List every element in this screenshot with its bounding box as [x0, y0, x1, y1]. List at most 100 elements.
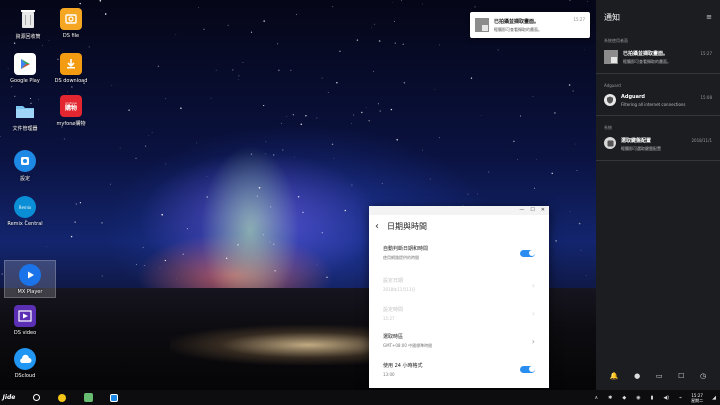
- start-button[interactable]: Jide: [0, 390, 18, 405]
- star: [473, 37, 475, 39]
- star: [206, 176, 208, 177]
- star: [373, 23, 375, 25]
- desktop-icon-label: 文件管理器: [12, 126, 38, 132]
- desktop-icon-mx-player[interactable]: MX Player: [4, 260, 56, 298]
- panel-title: 通知: [604, 12, 620, 22]
- clock-icon[interactable]: ◷: [700, 372, 706, 380]
- star: [585, 274, 587, 276]
- notification-subtitle: 輕觸即可選取鍵盤配置: [621, 146, 661, 151]
- taskbar-app-circle[interactable]: [26, 390, 46, 405]
- star: [109, 183, 111, 185]
- back-arrow-icon[interactable]: ‹: [375, 221, 379, 232]
- setting-subtitle: 使用網路提供的時間: [383, 255, 419, 260]
- taskbar-app-coin[interactable]: [52, 390, 72, 405]
- star: [151, 132, 153, 134]
- notification-corner-icon[interactable]: ◢: [712, 395, 716, 401]
- notification-item-keyboard[interactable]: 選取鍵盤配置 輕觸即可選取鍵盤配置 2018/11/1: [596, 131, 720, 161]
- star: [353, 114, 355, 116]
- desktop-icon-file-manager[interactable]: 文件管理器: [0, 100, 50, 132]
- star: [580, 249, 582, 251]
- tray-expand-icon[interactable]: ∧: [594, 395, 598, 401]
- keyboard-icon: [604, 137, 616, 149]
- window-icon[interactable]: ☐: [678, 372, 684, 380]
- bell-icon[interactable]: 🔔: [610, 372, 619, 380]
- star: [242, 62, 244, 63]
- star: [290, 69, 292, 71]
- desktop-icon-ds-download[interactable]: DS download: [46, 53, 96, 84]
- setting-row-set-time: 設定時間 15:27 ›: [369, 300, 549, 326]
- setting-row-auto-time[interactable]: 自動判斷日期和時間 使用網路提供的時間: [369, 240, 549, 266]
- desktop-icon-ds-video[interactable]: DS video: [0, 305, 50, 336]
- network-icon[interactable]: ⌁: [679, 395, 682, 401]
- star: [293, 156, 295, 158]
- star: [467, 193, 469, 195]
- 24-hour-toggle[interactable]: [520, 365, 535, 373]
- location-icon[interactable]: ●: [634, 372, 640, 380]
- notification-item-screenshot[interactable]: 已拍攝並擷取畫面。 輕觸即可查看擷取的畫面。 15:27: [596, 44, 720, 74]
- desktop-icon-label: 設定: [19, 176, 30, 182]
- star: [401, 0, 402, 2]
- setting-row-24-hour[interactable]: 使用 24 小時格式 13:00: [369, 356, 549, 382]
- desktop-icon-settings[interactable]: 設定: [0, 150, 50, 182]
- section-label: 系統使用者面: [604, 38, 628, 43]
- jide-logo-icon: Jide: [2, 394, 16, 401]
- taskbar-app-adguard[interactable]: [78, 390, 98, 405]
- volume-icon[interactable]: ◀): [663, 395, 669, 401]
- close-button[interactable]: ✕: [541, 206, 545, 215]
- auto-time-toggle[interactable]: [520, 249, 535, 257]
- tray-status-icon[interactable]: ◉: [636, 395, 640, 401]
- notification-title: 已拍攝並擷取畫面。: [623, 51, 669, 57]
- star: [422, 3, 424, 5]
- notification-time: 15:27: [700, 51, 712, 56]
- toast-subtitle: 輕觸即可查看擷取的畫面。: [494, 26, 542, 32]
- bluetooth-icon[interactable]: ✱: [608, 395, 612, 401]
- setting-row-time-zone[interactable]: 選取時區 GMT+08:00 中國標準時間 ›: [369, 328, 549, 354]
- star: [371, 27, 373, 29]
- section-label: 系統: [604, 125, 612, 130]
- screenshot-toast[interactable]: 已拍攝並擷取畫面。 輕觸即可查看擷取的畫面。 15:27: [470, 12, 590, 38]
- desktop-icon-google-play[interactable]: Google Play: [0, 53, 50, 84]
- star: [237, 244, 239, 246]
- star: [206, 196, 208, 198]
- clock-day: 星期二: [691, 397, 704, 403]
- star: [316, 263, 318, 265]
- star: [569, 211, 571, 213]
- star: [128, 109, 130, 111]
- battery-icon[interactable]: ▮: [651, 395, 654, 401]
- minimize-button[interactable]: —: [519, 206, 524, 215]
- star: [587, 1, 588, 2]
- star: [422, 149, 424, 151]
- chevron-right-icon: ›: [531, 308, 535, 318]
- setting-title: 設定日期: [383, 278, 404, 284]
- desktop-icon-ds-file[interactable]: DS file: [46, 8, 96, 39]
- circle-app-icon: [32, 394, 40, 401]
- myfone-icon: myfone 購物: [60, 95, 82, 117]
- desktop-icon-myfone[interactable]: myfone 購物 myfone購物: [46, 95, 96, 127]
- desktop-icon-label: Remix Central: [7, 221, 43, 227]
- section-label: Adguard: [604, 83, 621, 88]
- maximize-button[interactable]: ☐: [530, 206, 534, 215]
- taskbar-app-settings[interactable]: [104, 390, 124, 405]
- mx-player-icon: [19, 264, 41, 286]
- screenshot-icon: [475, 18, 489, 32]
- star: [316, 117, 318, 119]
- star: [297, 196, 300, 198]
- star: [305, 115, 307, 117]
- star: [0, 135, 1, 137]
- tray-app-icon[interactable]: ◆: [622, 395, 626, 401]
- desktop-icon-ds-cloud[interactable]: DScloud: [0, 348, 50, 379]
- taskbar-clock[interactable]: 15:27 星期二: [691, 393, 703, 403]
- window-titlebar: — ☐ ✕: [369, 206, 549, 215]
- adguard-app-icon: [83, 393, 93, 402]
- desktop-icon-label: MX Player: [17, 289, 43, 295]
- screenshot-icon: [604, 50, 618, 64]
- star: [79, 202, 81, 204]
- desktop-icon-remix-central[interactable]: Remix Remix Central: [0, 196, 50, 227]
- notification-item-adguard[interactable]: Adguard Filtering all internet connectio…: [596, 88, 720, 116]
- star: [392, 1, 393, 3]
- star: [198, 7, 199, 8]
- menu-icon[interactable]: ≡: [706, 13, 712, 21]
- screen-icon[interactable]: ▭: [656, 372, 663, 380]
- star: [67, 91, 68, 93]
- star: [568, 84, 571, 86]
